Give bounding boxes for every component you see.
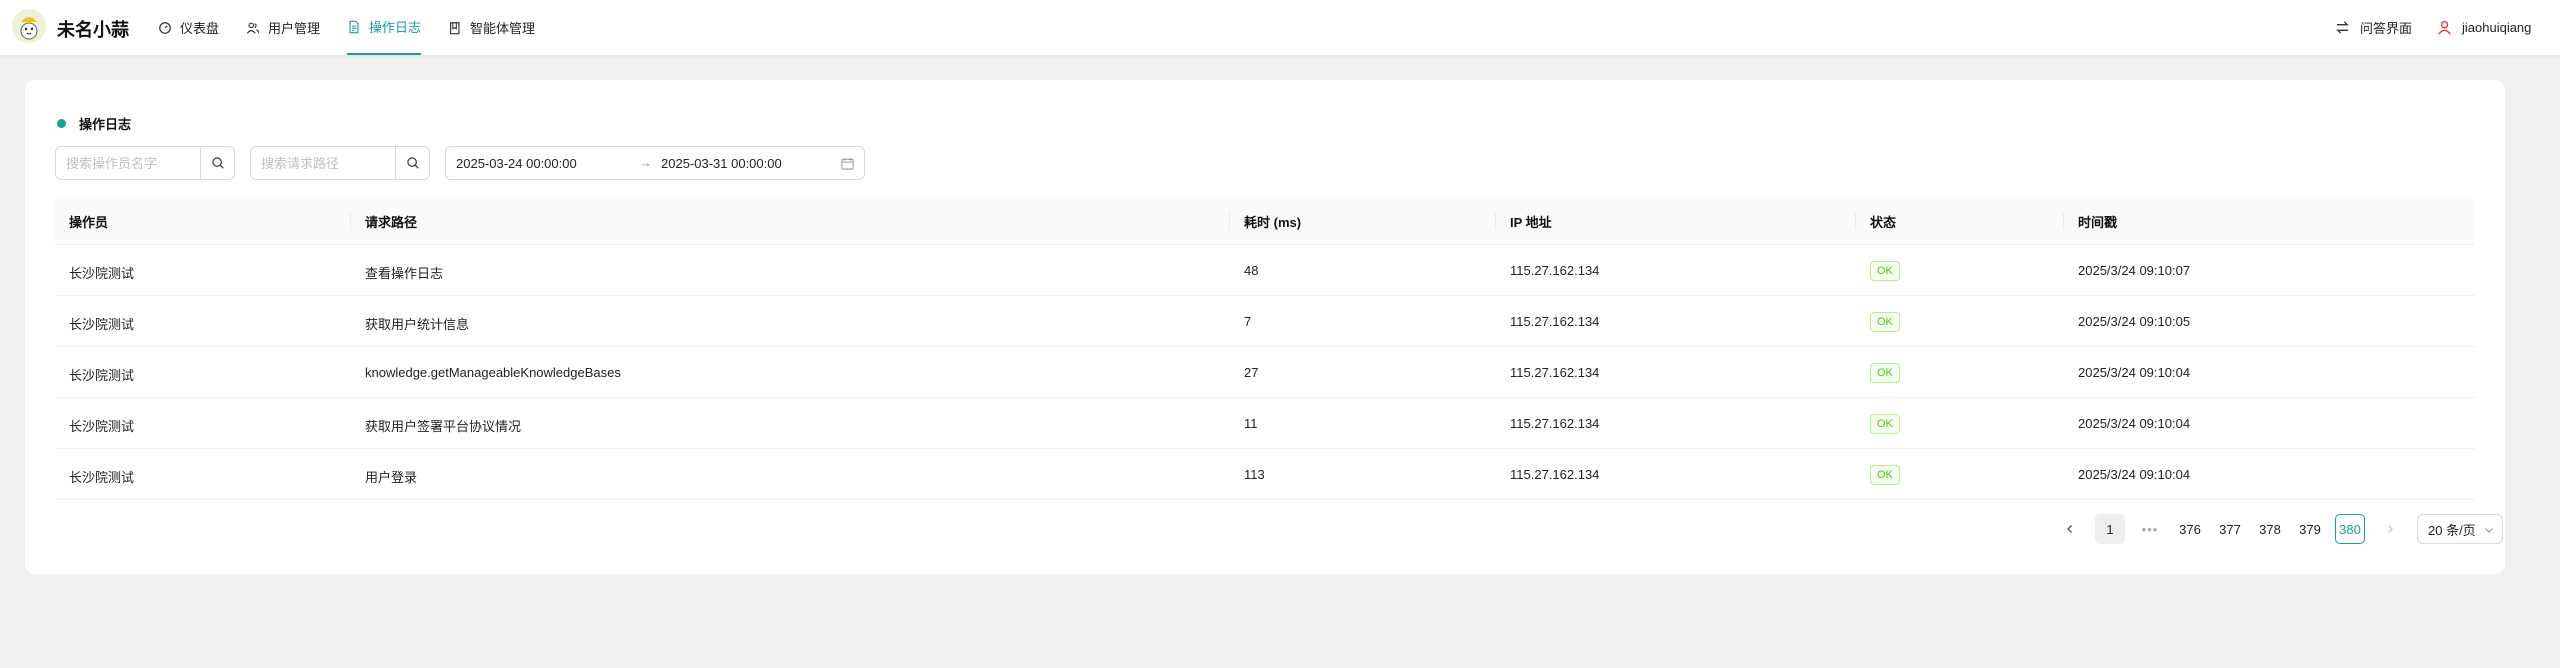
table-row[interactable]: 长沙院测试 获取用户统计信息 7 115.27.162.134 OK 2025/… <box>55 296 2475 347</box>
path-search-input[interactable] <box>251 147 395 179</box>
chevron-left-icon <box>2067 525 2072 533</box>
nav-dashboard[interactable]: 仪表盘 <box>158 0 219 55</box>
nav-agent-management[interactable]: 智能体管理 <box>448 0 535 55</box>
table-row[interactable]: 长沙院测试 获取用户签署平台协议情况 11 115.27.162.134 OK … <box>55 398 2475 449</box>
cell-operator: 长沙院测试 <box>69 470 135 485</box>
cell-duration: 48 <box>1244 263 1259 278</box>
calendar-icon <box>841 157 854 170</box>
cell-duration: 11 <box>1244 416 1258 431</box>
status-badge: OK <box>1870 414 1900 434</box>
header-timestamp: 时间戳 <box>2078 215 2118 230</box>
document-icon <box>349 20 359 33</box>
header-separator <box>2063 212 2064 230</box>
table-row[interactable]: 长沙院测试 knowledge.getManageableKnowledgeBa… <box>55 347 2475 398</box>
operator-search-button[interactable] <box>200 147 234 179</box>
path-search-button[interactable] <box>395 147 429 179</box>
header-duration: 耗时 (ms) <box>1244 215 1302 230</box>
date-range-arrow: → <box>639 155 652 170</box>
username: jiaohuiqiang <box>2462 20 2532 35</box>
date-start[interactable]: 2025-03-24 00:00:00 <box>456 156 577 171</box>
header-separator <box>1855 212 1856 230</box>
cell-ip: 115.27.162.134 <box>1510 467 1600 482</box>
page-379[interactable]: 379 <box>2295 514 2325 544</box>
chevron-down-icon <box>2485 528 2493 533</box>
cell-timestamp: 2025/3/24 09:10:07 <box>2078 263 2191 278</box>
prev-page-button[interactable] <box>2055 514 2085 544</box>
cell-duration: 113 <box>1244 467 1265 482</box>
header-separator <box>350 212 351 230</box>
table-row[interactable]: 长沙院测试 用户登录 113 115.27.162.134 OK 2025/3/… <box>55 449 2475 500</box>
qa-interface-link[interactable]: 问答界面 <box>2335 0 2412 55</box>
cell-operator: 长沙院测试 <box>69 266 135 281</box>
page-title: 操作日志 <box>79 117 132 132</box>
cell-timestamp: 2025/3/24 09:10:04 <box>2078 365 2191 380</box>
table-row[interactable]: 长沙院测试 查看操作日志 48 115.27.162.134 OK 2025/3… <box>55 245 2475 296</box>
cell-operator: 长沙院测试 <box>69 419 135 434</box>
cell-operator: 长沙院测试 <box>69 317 135 332</box>
header-operator: 操作员 <box>69 215 109 230</box>
page-377[interactable]: 377 <box>2215 514 2245 544</box>
status-badge: OK <box>1870 312 1900 332</box>
search-icon <box>211 157 224 169</box>
page-size-value: 20 条/页 <box>2428 522 2476 538</box>
qa-interface-label: 问答界面 <box>2360 21 2413 36</box>
nav-user-management[interactable]: 用户管理 <box>246 0 320 55</box>
next-page-button[interactable] <box>2375 514 2405 544</box>
status-badge: OK <box>1870 363 1900 383</box>
operator-search <box>55 146 235 180</box>
operation-log-card: 操作日志 2025-03-24 00:00:00 → 2025-03-31 00… <box>25 80 2505 574</box>
swap-icon <box>2336 21 2349 34</box>
header-path: 请求路径 <box>365 215 418 230</box>
header-status: 状态 <box>1870 215 1897 230</box>
search-icon <box>406 157 419 169</box>
cell-path: 用户登录 <box>365 470 418 485</box>
user-menu[interactable]: jiaohuiqiang <box>2437 0 2531 55</box>
users-icon <box>246 22 260 34</box>
status-badge: OK <box>1870 261 1900 281</box>
page-376[interactable]: 376 <box>2175 514 2205 544</box>
date-end[interactable]: 2025-03-31 00:00:00 <box>661 156 782 171</box>
nav-agent-management-label: 智能体管理 <box>470 21 536 36</box>
title-dot-icon <box>57 119 66 128</box>
cell-ip: 115.27.162.134 <box>1510 416 1600 431</box>
brand-name: 未名小蒜 <box>57 20 129 40</box>
cell-ip: 115.27.162.134 <box>1510 314 1600 329</box>
cell-path: 获取用户签署平台协议情况 <box>365 419 522 434</box>
logo-icon[interactable] <box>12 9 46 43</box>
user-icon <box>2438 20 2451 35</box>
operator-search-input[interactable] <box>56 147 200 179</box>
cell-operator: 长沙院测试 <box>69 368 135 383</box>
page-378[interactable]: 378 <box>2255 514 2285 544</box>
cell-timestamp: 2025/3/24 09:10:04 <box>2078 467 2191 482</box>
status-badge: OK <box>1870 465 1900 485</box>
date-range-picker[interactable]: 2025-03-24 00:00:00 → 2025-03-31 00:00:0… <box>445 146 865 180</box>
cell-path: knowledge.getManageableKnowledgeBases <box>365 365 621 380</box>
path-search <box>250 146 430 180</box>
cell-ip: 115.27.162.134 <box>1510 263 1600 278</box>
page-ellipsis[interactable]: ••• <box>2135 514 2165 544</box>
page-380-current[interactable]: 380 <box>2335 514 2365 544</box>
header-separator <box>1495 212 1496 230</box>
nav-operation-log-label: 操作日志 <box>369 20 422 35</box>
book-icon <box>450 21 460 34</box>
operation-log-table: 操作员 请求路径 耗时 (ms) IP 地址 状态 时间戳 长沙院测试 查看操作… <box>55 196 2475 500</box>
cell-timestamp: 2025/3/24 09:10:04 <box>2078 416 2191 431</box>
nav-operation-log[interactable]: 操作日志 <box>347 0 422 55</box>
cell-duration: 27 <box>1244 365 1259 380</box>
cell-path: 获取用户统计信息 <box>365 317 470 332</box>
nav-dashboard-label: 仪表盘 <box>180 21 220 36</box>
page-size-select[interactable]: 20 条/页 <box>2417 514 2503 544</box>
cell-ip: 115.27.162.134 <box>1510 365 1600 380</box>
cell-duration: 7 <box>1244 314 1252 329</box>
chevron-right-icon <box>2388 525 2393 533</box>
top-nav-bar: 未名小蒜 仪表盘 用户管理 操作日志 智能体管理 问答界面 jiaohuiqia… <box>0 0 2560 55</box>
page-1[interactable]: 1 <box>2095 514 2125 544</box>
header-ip: IP 地址 <box>1510 215 1552 230</box>
dashboard-icon <box>159 21 171 34</box>
header-separator <box>1229 212 1230 230</box>
nav-user-management-label: 用户管理 <box>268 21 321 36</box>
cell-timestamp: 2025/3/24 09:10:05 <box>2078 314 2191 329</box>
table-header: 操作员 请求路径 耗时 (ms) IP 地址 状态 时间戳 <box>55 196 2475 245</box>
cell-path: 查看操作日志 <box>365 266 444 281</box>
